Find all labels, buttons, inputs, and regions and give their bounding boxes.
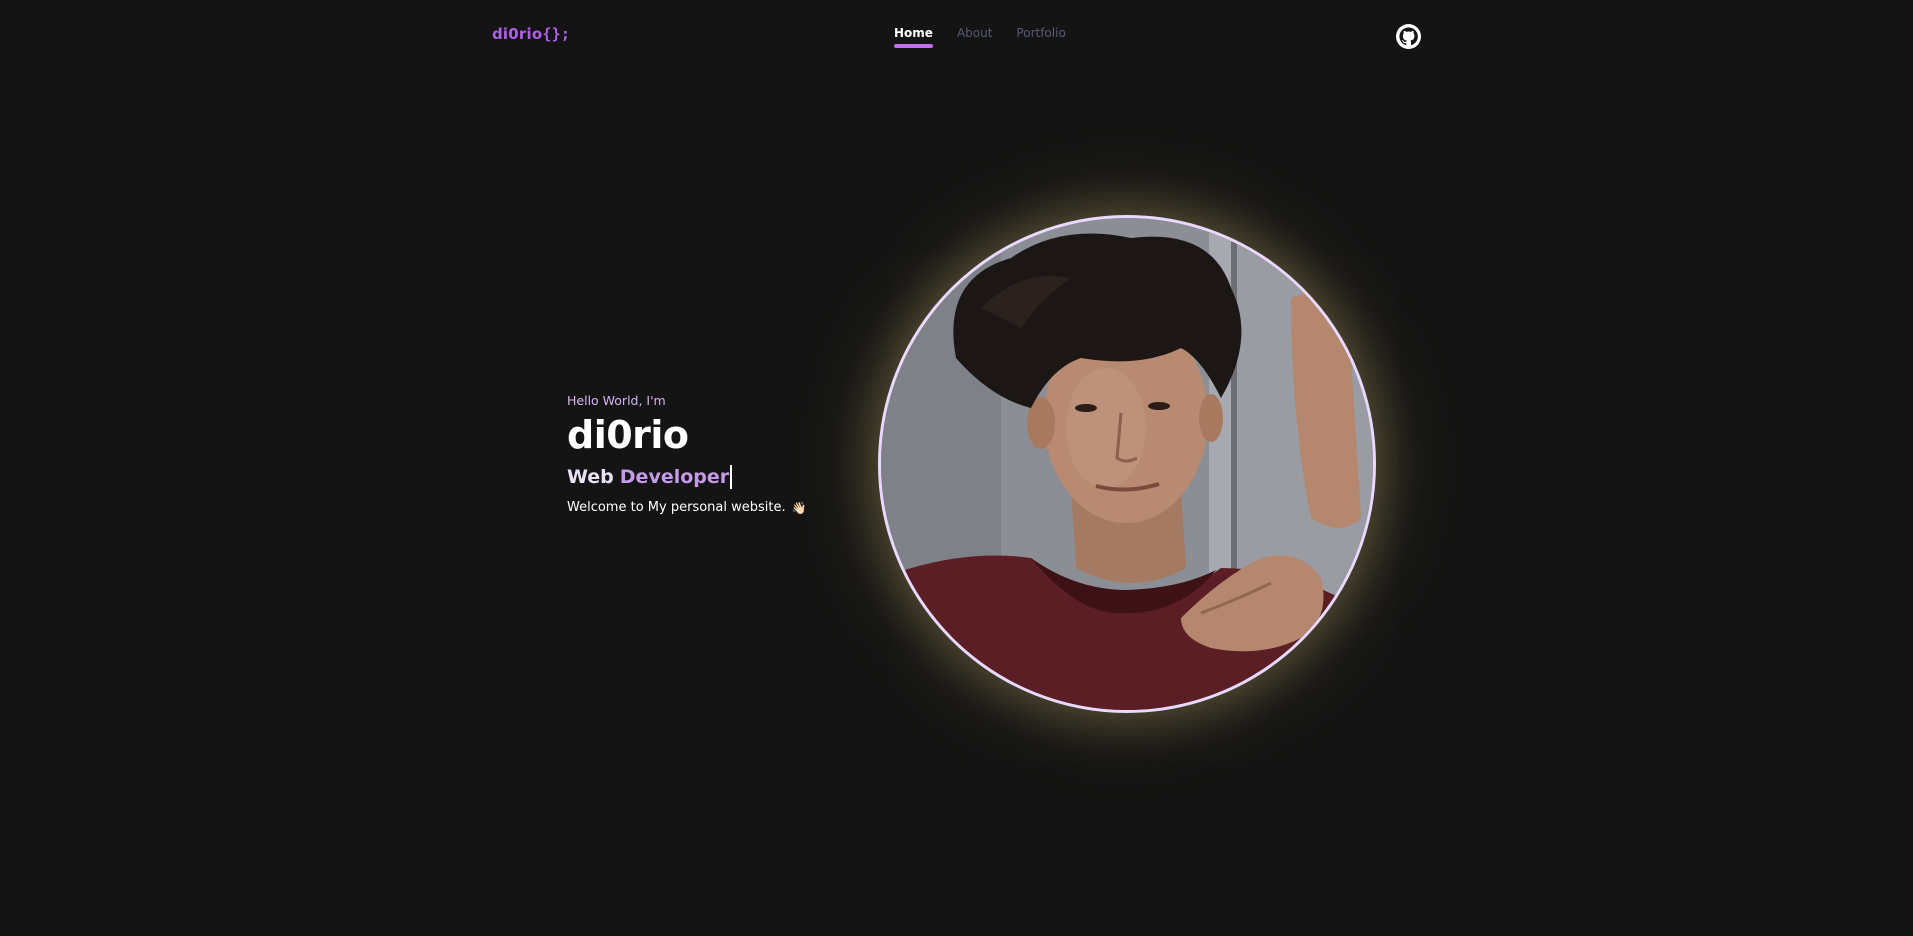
github-icon[interactable] — [1396, 24, 1421, 49]
hero-welcome: Welcome to My personal website. 👋🏻 — [567, 500, 807, 515]
profile-photo — [878, 215, 1376, 713]
typing-caret — [730, 465, 732, 489]
nav-item-home[interactable]: Home — [894, 26, 933, 48]
hero-role: Web Developer — [567, 464, 807, 490]
wave-emoji: 👋🏻 — [791, 500, 807, 515]
logo-suffix: {}; — [542, 25, 571, 43]
main-nav: Home About Portfolio — [894, 26, 1066, 48]
nav-item-about[interactable]: About — [957, 26, 992, 46]
welcome-text: Welcome to My personal website. — [567, 500, 786, 515]
nav-item-portfolio[interactable]: Portfolio — [1016, 26, 1065, 46]
hero-section: Hello World, I'm di0rio Web Developer We… — [567, 393, 807, 515]
role-typed-text: Developer — [619, 466, 730, 488]
hero-greeting: Hello World, I'm — [567, 393, 666, 408]
role-prefix: Web — [567, 466, 614, 488]
logo-text: di0rio — [492, 25, 543, 43]
hero-name: di0rio — [567, 413, 689, 457]
site-logo[interactable]: di0rio{}; — [492, 25, 570, 43]
page: di0rio{}; Home About Portfolio Hello Wor… — [0, 0, 1913, 936]
